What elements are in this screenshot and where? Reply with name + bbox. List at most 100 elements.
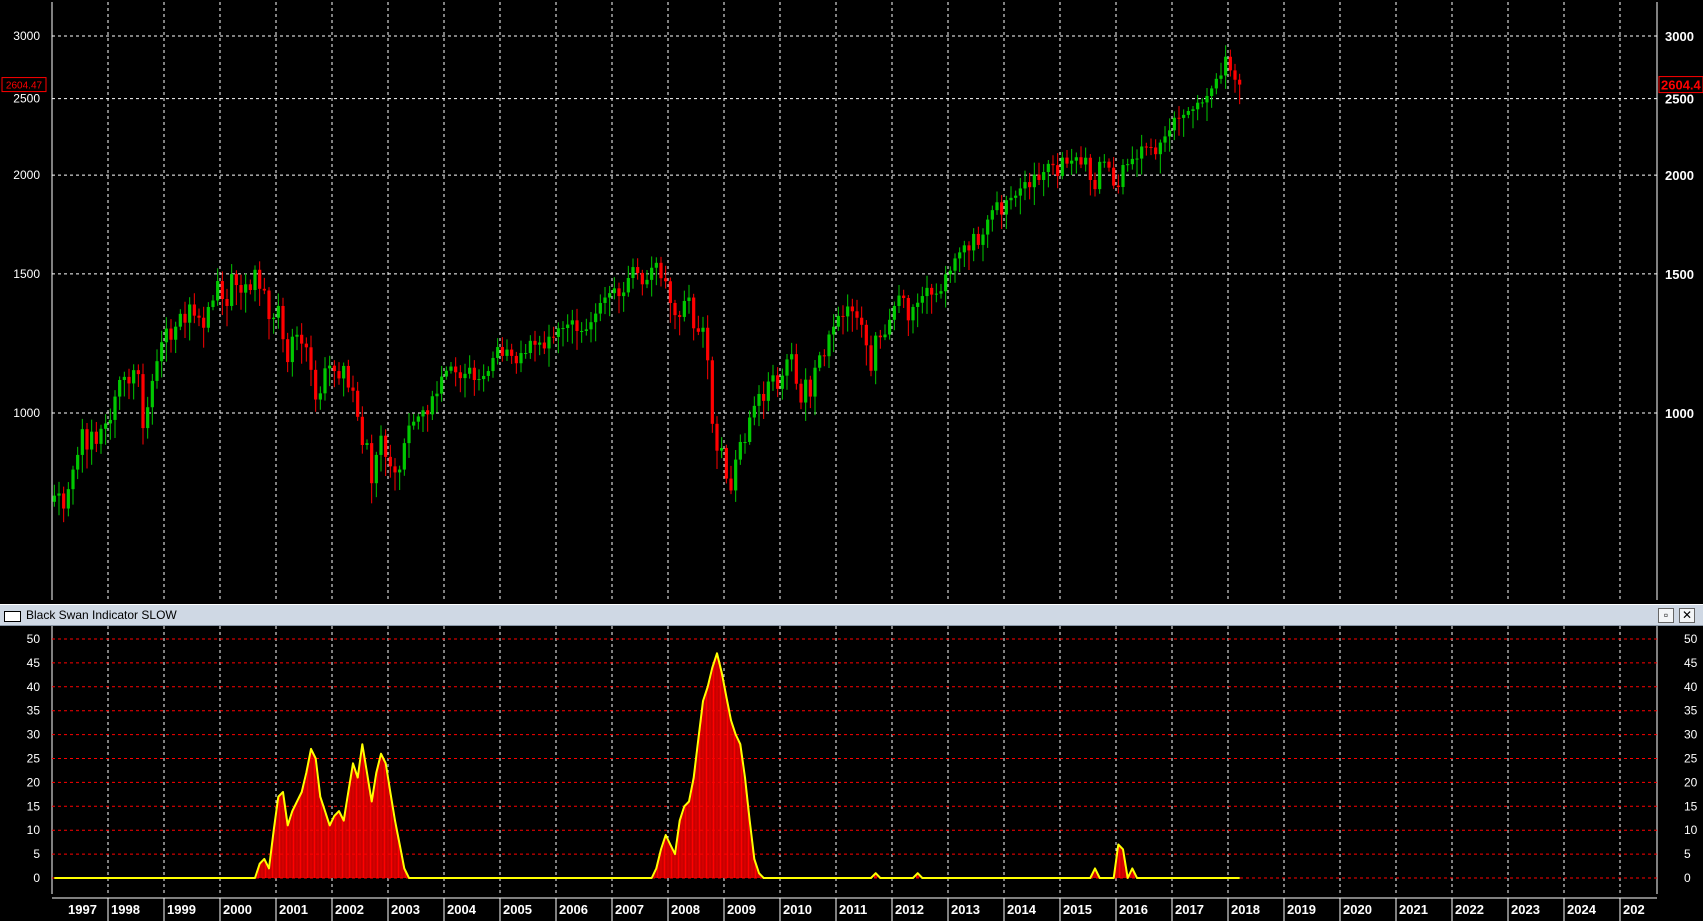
price-tick-label-left: 1000 xyxy=(13,406,40,420)
close-icon[interactable]: ✕ xyxy=(1679,608,1695,623)
candle-body xyxy=(1088,157,1092,180)
indicator-tick-label-right: 50 xyxy=(1684,632,1698,646)
candle-body xyxy=(1219,75,1223,79)
candle-body xyxy=(920,296,924,303)
candle-body xyxy=(972,233,976,251)
price-tick-label-right: 2000 xyxy=(1665,168,1694,183)
candle-body xyxy=(160,342,164,362)
indicator-tick-label-left: 25 xyxy=(27,752,41,766)
candle-body xyxy=(356,390,360,417)
candle-body xyxy=(1018,188,1022,196)
candle-body xyxy=(720,448,724,451)
price-tick-label-right: 1000 xyxy=(1665,406,1694,421)
candle-body xyxy=(244,284,248,293)
candle-body xyxy=(108,419,112,424)
candle-body xyxy=(1079,157,1083,165)
candle-body xyxy=(995,202,999,211)
candle-body xyxy=(477,379,481,381)
candle-body xyxy=(594,313,598,323)
candle-body xyxy=(248,284,252,291)
candle-body xyxy=(976,233,980,245)
year-label: 2018 xyxy=(1231,902,1260,917)
candle-body xyxy=(799,383,803,403)
candle-body xyxy=(1205,95,1209,103)
indicator-chart[interactable]: 0 05 510 1015 1520 2025 2530 3035 3540 4045 4550 50… xyxy=(0,626,1703,921)
candle-body xyxy=(990,210,994,220)
candle-body xyxy=(818,355,822,368)
candle-body xyxy=(384,435,388,457)
candle-body xyxy=(468,367,472,374)
candle-body xyxy=(664,278,668,282)
indicator-tick-label-left: 35 xyxy=(27,704,41,718)
candle-body xyxy=(1172,117,1176,131)
year-label: 2006 xyxy=(559,902,588,917)
candle-body xyxy=(1154,147,1158,155)
candle-body xyxy=(379,435,383,455)
candle-body xyxy=(766,381,770,401)
candle-body xyxy=(724,448,728,479)
candle-body xyxy=(85,429,89,450)
maximize-icon[interactable]: ▫ xyxy=(1658,608,1674,623)
candle-body xyxy=(846,306,850,317)
candle-body xyxy=(617,288,621,297)
candle-body xyxy=(1196,102,1200,110)
candle-body xyxy=(906,298,910,321)
candle-body xyxy=(146,407,150,429)
candle-body xyxy=(412,421,416,426)
price-chart[interactable]: 1000 1000 1500 1500 2000 2000 2500 2500 3000 3000… xyxy=(0,0,1703,604)
candle-body xyxy=(132,370,136,384)
candle-body xyxy=(393,466,397,473)
candle-body xyxy=(584,329,588,331)
candle-body xyxy=(267,290,271,320)
candle-body xyxy=(62,493,66,509)
candle-body xyxy=(94,431,98,444)
candle-body xyxy=(780,375,784,389)
candle-body xyxy=(286,339,290,363)
candle-body xyxy=(1084,157,1088,165)
candle-body xyxy=(790,354,794,360)
candle-body xyxy=(748,417,752,442)
candle-body xyxy=(864,324,868,346)
candle-body xyxy=(188,304,192,323)
year-label: 2010 xyxy=(783,902,812,917)
candle-body xyxy=(1028,182,1032,188)
candle-body xyxy=(323,368,327,394)
price-background xyxy=(0,0,1703,604)
candle-body xyxy=(930,287,934,295)
candle-body xyxy=(57,493,61,496)
candle-body xyxy=(948,270,952,275)
indicator-panel-header[interactable]: Black Swan Indicator SLOW ▫ ✕ xyxy=(0,604,1703,626)
candle-body xyxy=(272,317,276,320)
candle-body xyxy=(986,219,990,235)
candle-body xyxy=(253,269,257,291)
candle-body xyxy=(416,416,420,422)
candle-body xyxy=(813,367,817,397)
candle-body xyxy=(1112,167,1116,186)
candle-body xyxy=(1177,117,1181,119)
candle-body xyxy=(225,299,229,306)
candle-body xyxy=(836,315,840,327)
window-icon xyxy=(4,611,21,622)
candle-body xyxy=(888,319,892,335)
candle-body xyxy=(430,396,434,415)
candle-body xyxy=(1102,161,1106,163)
candle-body xyxy=(328,365,332,369)
candle-body xyxy=(850,306,854,312)
candle-body xyxy=(776,375,780,389)
indicator-tick-label-right: 40 xyxy=(1684,680,1698,694)
candle-body xyxy=(104,423,108,429)
candle-body xyxy=(332,365,336,372)
candle-body xyxy=(874,335,878,371)
candle-body xyxy=(598,302,602,314)
price-tick-label-left: 2500 xyxy=(13,92,40,106)
year-label: 2016 xyxy=(1119,902,1148,917)
candle-body xyxy=(510,349,514,356)
year-label: 2015 xyxy=(1063,902,1092,917)
candle-body xyxy=(426,410,430,415)
candle-body xyxy=(967,245,971,251)
candle-body xyxy=(454,366,458,373)
candle-body xyxy=(631,267,635,279)
candle-body xyxy=(230,274,234,306)
candle-body xyxy=(1046,163,1050,173)
candle-body xyxy=(1126,164,1130,166)
